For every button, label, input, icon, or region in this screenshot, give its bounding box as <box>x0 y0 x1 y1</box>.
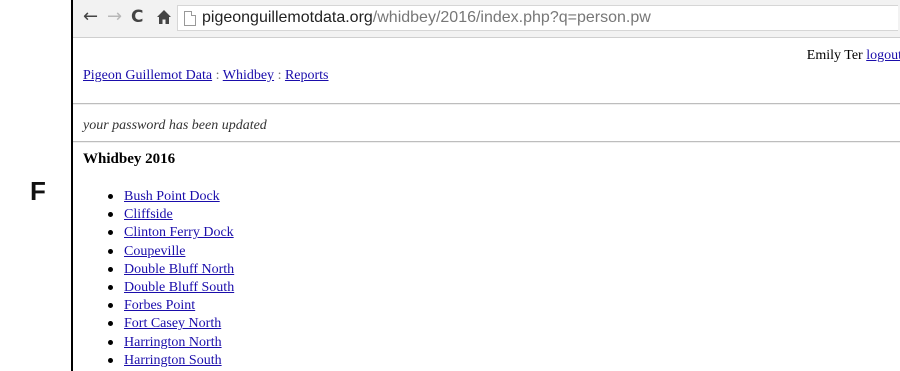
list-item: Cliffside <box>106 206 234 224</box>
site-link-fort-casey-north[interactable]: Fort Casey North <box>124 316 221 331</box>
browser-window: ← → C pigeonguillemotdata.org/whidbey/20… <box>71 0 900 371</box>
divider <box>73 141 900 143</box>
list-item: Forbes Point <box>106 297 234 315</box>
list-item: Coupeville <box>106 243 234 261</box>
list-item: Bush Point Dock <box>106 188 234 206</box>
list-item: Clinton Ferry Dock <box>106 224 234 242</box>
user-name: Emily Ter <box>806 48 863 63</box>
section-title: Whidbey 2016 <box>83 151 176 167</box>
list-item: Harrington South <box>106 352 234 370</box>
reload-icon[interactable]: C <box>131 7 143 27</box>
status-message: your password has been updated <box>83 118 267 133</box>
site-link-harrington-south[interactable]: Harrington South <box>124 353 222 368</box>
breadcrumb: Pigeon Guillemot Data : Whidbey : Report… <box>83 68 329 84</box>
site-link-double-bluff-north[interactable]: Double Bluff North <box>124 262 234 277</box>
breadcrumb-separator: : <box>277 68 282 83</box>
browser-toolbar: ← → C pigeonguillemotdata.org/whidbey/20… <box>73 0 900 38</box>
list-item: Harrington North <box>106 334 234 352</box>
home-icon[interactable] <box>156 7 172 25</box>
page-icon <box>184 11 196 26</box>
list-item: Double Bluff North <box>106 261 234 279</box>
site-link-coupeville[interactable]: Coupeville <box>124 244 185 259</box>
url-path: /whidbey/2016/index.php?q=person.pw <box>372 9 651 26</box>
site-link-forbes-point[interactable]: Forbes Point <box>124 298 195 313</box>
address-bar[interactable]: pigeonguillemotdata.org/whidbey/2016/ind… <box>177 5 898 31</box>
logout-link[interactable]: logout <box>866 48 900 63</box>
panel-label: F <box>30 176 46 206</box>
back-arrow-icon[interactable]: ← <box>83 7 98 27</box>
user-area: Emily Ter logout <box>807 48 900 64</box>
divider <box>73 103 900 105</box>
site-link-clinton-ferry-dock[interactable]: Clinton Ferry Dock <box>124 225 234 240</box>
site-link-harrington-north[interactable]: Harrington North <box>124 335 222 350</box>
breadcrumb-link-reports[interactable]: Reports <box>285 68 329 83</box>
site-link-bush-point-dock[interactable]: Bush Point Dock <box>124 189 220 204</box>
url-domain: pigeonguillemotdata.org <box>202 9 373 26</box>
breadcrumb-separator: : <box>215 68 220 83</box>
url-text: pigeonguillemotdata.org/whidbey/2016/ind… <box>202 6 651 30</box>
site-link-double-bluff-south[interactable]: Double Bluff South <box>124 280 234 295</box>
breadcrumb-link-pigeon-guillemot-data[interactable]: Pigeon Guillemot Data <box>83 68 212 83</box>
list-item: Fort Casey North <box>106 315 234 333</box>
site-link-cliffside[interactable]: Cliffside <box>124 207 173 222</box>
list-item: Double Bluff South <box>106 279 234 297</box>
site-list: Bush Point Dock Cliffside Clinton Ferry … <box>106 188 234 370</box>
forward-arrow-icon[interactable]: → <box>107 7 122 27</box>
breadcrumb-link-whidbey[interactable]: Whidbey <box>223 68 274 83</box>
